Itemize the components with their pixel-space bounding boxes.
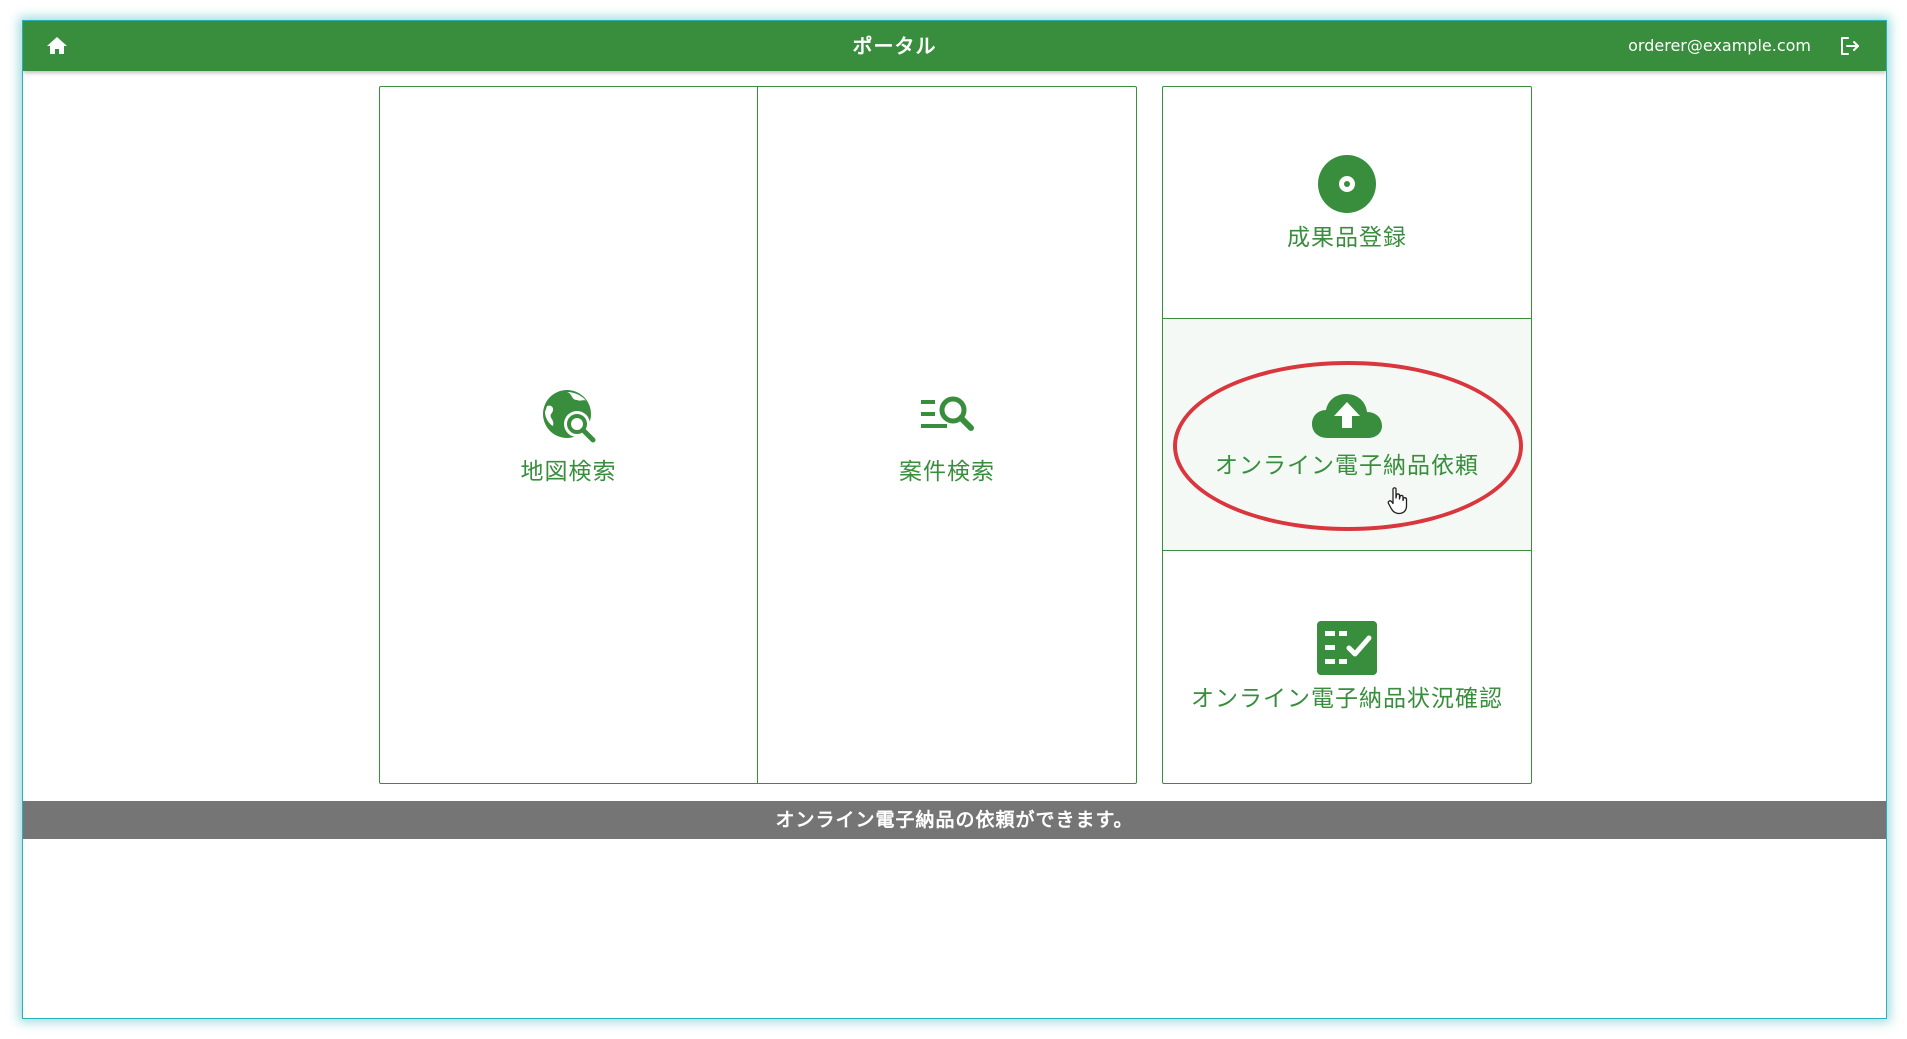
tile-map-search-label: 地図検索	[520, 459, 617, 485]
tile-deliverable-registration-label: 成果品登録	[1287, 224, 1407, 251]
tile-online-delivery-status-label: オンライン電子納品状況確認	[1191, 686, 1503, 712]
cloud-upload-icon	[1312, 393, 1382, 438]
map-search-icon	[542, 390, 595, 443]
delivery-panel: 成果品登録 オンライン電子納品依頼 オンライン電子納品状況確認	[1162, 86, 1532, 784]
tile-map-search[interactable]: 地図検索	[380, 87, 758, 783]
tile-online-delivery-request[interactable]: オンライン電子納品依頼	[1163, 319, 1531, 551]
tile-deliverable-registration[interactable]: 成果品登録	[1163, 87, 1531, 319]
logout-icon[interactable]	[1838, 34, 1862, 58]
hand-cursor-icon	[1387, 487, 1408, 515]
disc-icon	[1318, 154, 1376, 213]
search-panel: 地図検索 案件検索	[379, 86, 1137, 784]
top-bar: ポータル orderer@example.com	[23, 21, 1886, 71]
page-title: ポータル	[852, 34, 937, 58]
list-search-icon	[921, 396, 974, 431]
user-email: orderer@example.com	[1628, 36, 1811, 55]
app-window: ポータル orderer@example.com 地図検索 案件検索 成果品登録…	[22, 20, 1887, 1019]
tile-case-search[interactable]: 案件検索	[758, 87, 1136, 783]
tile-case-search-label: 案件検索	[899, 459, 995, 485]
tile-online-delivery-request-label: オンライン電子納品依頼	[1215, 452, 1479, 479]
status-bar: オンライン電子納品の依頼ができます。	[23, 801, 1886, 839]
tile-online-delivery-status[interactable]: オンライン電子納品状況確認	[1163, 551, 1531, 783]
checklist-icon	[1317, 621, 1377, 675]
